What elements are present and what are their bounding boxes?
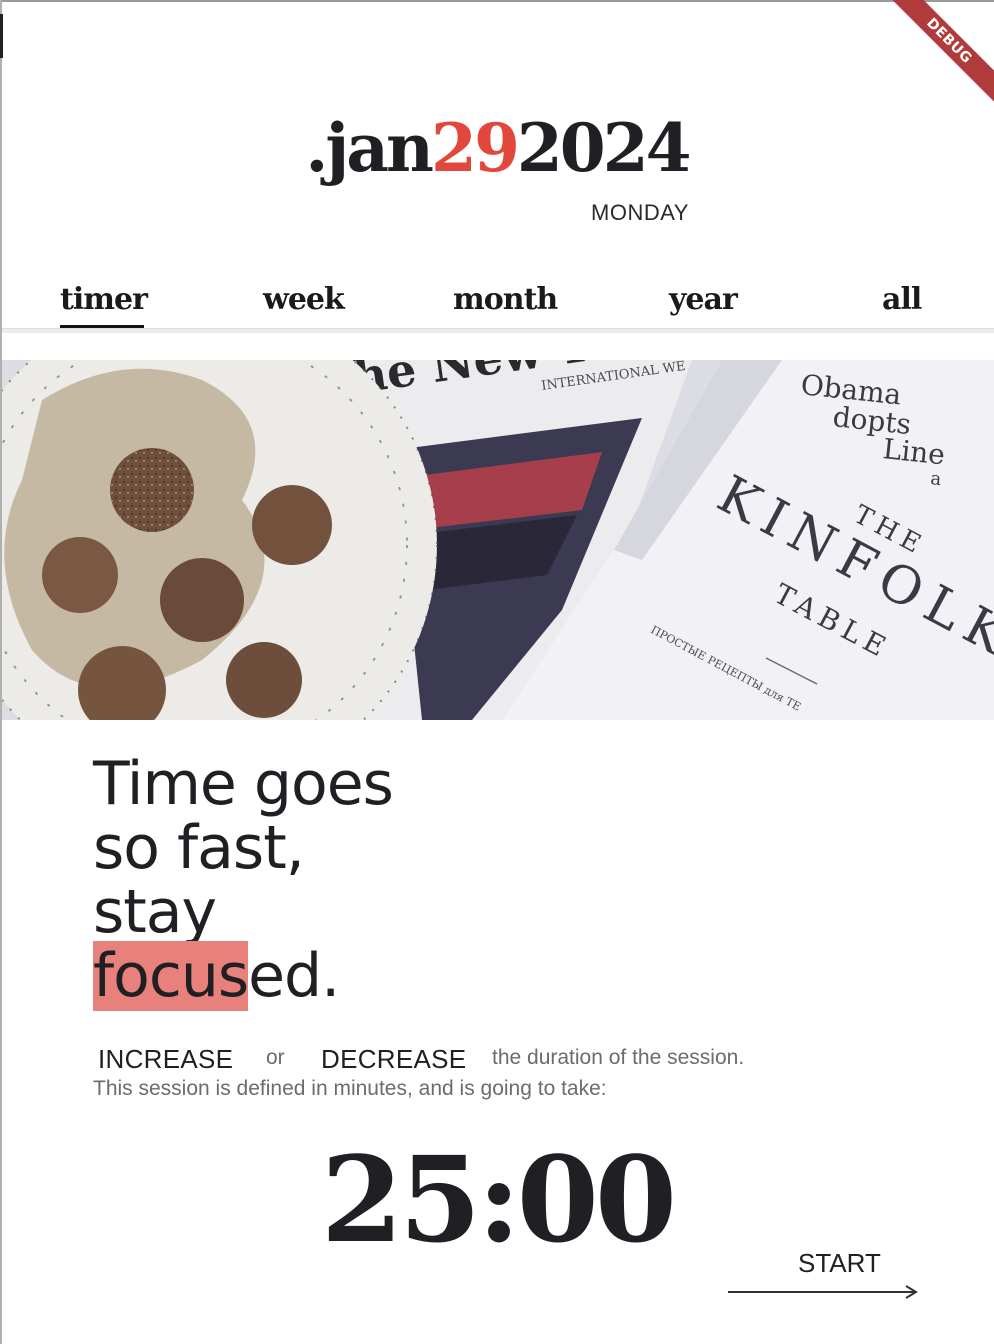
motivational-quote: Time goes so fast, stay focused. <box>93 749 394 1011</box>
tab-timer[interactable]: timer <box>60 278 148 322</box>
truffle <box>226 642 302 718</box>
quote-line-4: focused. <box>93 941 393 1011</box>
truffle <box>252 485 332 565</box>
duration-controls: INCREASE or DECREASE the duration of the… <box>98 1040 898 1080</box>
date-header: .jan292024 <box>0 108 994 188</box>
period-tabs: timer week month year all <box>2 278 994 330</box>
quote-line-1: Time goes <box>93 749 394 819</box>
quote-line-3: stay <box>93 877 217 947</box>
quote-line-2: so fast, <box>93 813 305 883</box>
hero-photo: The New Yo INTERNATIONAL WE Obama dopts … <box>2 360 994 720</box>
tab-month[interactable]: month <box>453 278 558 322</box>
tab-week[interactable]: week <box>263 278 345 322</box>
date-year: 2024 <box>516 109 692 187</box>
hero-image: The New Yo INTERNATIONAL WE Obama dopts … <box>2 360 994 720</box>
window-top-border <box>0 0 994 2</box>
date-day: 29 <box>431 109 520 187</box>
quote-line-4-rest: ed. <box>248 941 340 1011</box>
tab-year[interactable]: year <box>669 278 738 322</box>
start-button[interactable]: START <box>798 1248 881 1279</box>
or-label: or <box>266 1046 285 1069</box>
tab-all[interactable]: all <box>882 278 922 322</box>
decrease-button[interactable]: DECREASE <box>321 1044 466 1075</box>
duration-description: the duration of the session. <box>492 1046 745 1069</box>
increase-button[interactable]: INCREASE <box>98 1044 233 1075</box>
truffle <box>42 537 118 613</box>
quote-highlight: focus <box>93 941 249 1011</box>
start-arrow-icon[interactable] <box>726 1282 922 1302</box>
date-month: .jan <box>305 109 434 187</box>
session-note: This session is defined in minutes, and … <box>93 1077 607 1100</box>
truffle <box>160 558 244 642</box>
debug-banner: DEBUG <box>881 0 994 109</box>
weekday-label: MONDAY <box>591 200 689 225</box>
window-edge-mark <box>0 14 3 58</box>
tabs-divider <box>2 328 994 333</box>
headline-3: Line <box>881 432 946 471</box>
